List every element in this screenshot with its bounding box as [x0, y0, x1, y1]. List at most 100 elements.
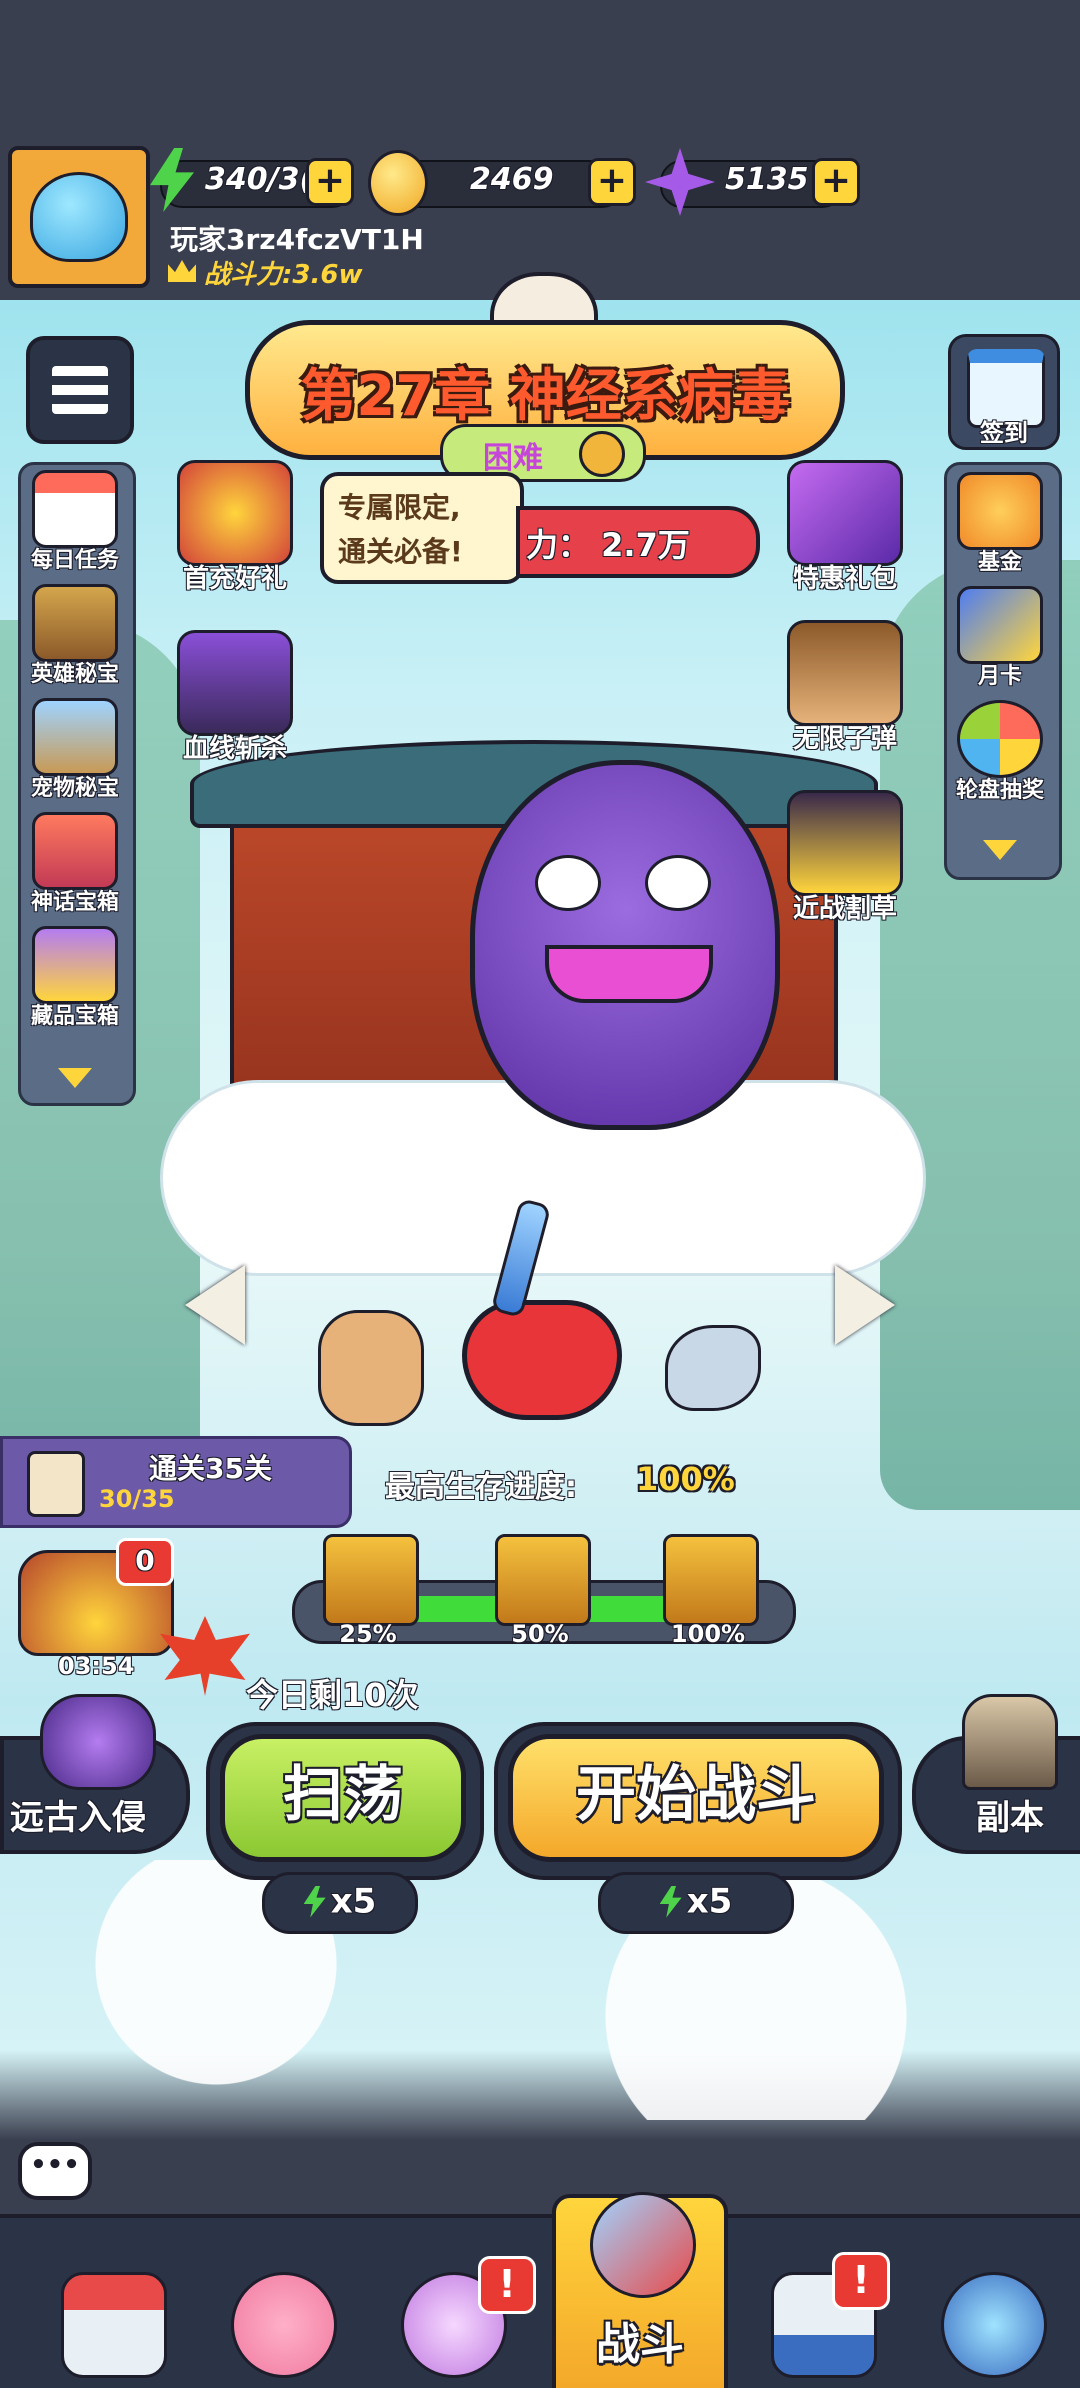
energy-value: 340/3(	[205, 162, 305, 197]
dungeon-label: 副本	[976, 1798, 1044, 1838]
roulette-icon	[957, 700, 1043, 778]
avatar[interactable]	[8, 146, 150, 288]
boss-eye-right	[645, 855, 711, 911]
nav-egg[interactable]: !	[366, 2242, 536, 2388]
sidebar-item-fund[interactable]: 基金	[945, 472, 1055, 576]
chat-button[interactable]: •••	[18, 2142, 92, 2200]
companion-hamster	[318, 1310, 424, 1426]
left-sidebar-expand-icon[interactable]	[58, 1068, 92, 1088]
reward-chest-50[interactable]	[495, 1534, 591, 1626]
ancient-invasion-label: 远古入侵	[10, 1798, 146, 1838]
promo-infinite-bullets[interactable]: 无限子弹	[770, 620, 920, 755]
sidebar-item-daily-tasks[interactable]: 每日任务	[20, 470, 130, 574]
sweep-cost: x5	[262, 1872, 418, 1934]
chapter-title: 第27章 神经系病毒	[300, 364, 790, 429]
add-coins-button[interactable]: +	[588, 158, 636, 206]
ancient-monsters-icon	[40, 1694, 156, 1790]
prev-stage-arrow-icon[interactable]	[185, 1265, 245, 1345]
power-label: 战斗力:3.6w	[204, 260, 363, 290]
right-sidebar-expand-icon[interactable]	[983, 840, 1017, 860]
stage-quest-count: 30/35	[99, 1485, 175, 1513]
cloud-sea	[0, 1860, 1080, 2120]
medkit-alert-badge: !	[832, 2252, 890, 2310]
monthly-card-icon	[957, 586, 1043, 664]
sidebar-label: 基金	[977, 550, 1022, 575]
syringe-battle-icon	[590, 2192, 696, 2298]
promo-special-pack[interactable]: 特惠礼包	[770, 460, 920, 595]
coin-icon	[368, 150, 428, 216]
timed-reward-badge: 0	[116, 1538, 174, 1586]
add-energy-button[interactable]: +	[306, 158, 354, 206]
shop-icon	[61, 2272, 167, 2378]
sidebar-label: 英雄秘宝	[30, 662, 119, 687]
sidebar-item-monthly-card[interactable]: 月卡	[945, 586, 1055, 690]
nav-rank[interactable]	[906, 2242, 1076, 2388]
sidebar-item-hero-treasure[interactable]: 英雄秘宝	[20, 584, 130, 688]
lightning-icon	[303, 1885, 326, 1918]
coins-value: 2469	[470, 162, 554, 197]
start-cost-value: x5	[686, 1881, 733, 1922]
nav-brain[interactable]	[196, 2242, 366, 2388]
promo-bubble: 专属限定, 通关必备!	[320, 472, 524, 584]
sidebar-label: 宠物秘宝	[30, 776, 119, 801]
add-gems-button[interactable]: +	[812, 158, 860, 206]
dungeon-gate-icon	[962, 1694, 1058, 1790]
timed-reward-time: 03:54	[58, 1652, 135, 1680]
promo-label: 血线斩杀	[182, 734, 287, 764]
promo-label: 首充好礼	[182, 564, 287, 594]
promo-label: 特惠礼包	[792, 564, 897, 594]
menu-button[interactable]	[26, 336, 134, 444]
sidebar-item-pet-treasure[interactable]: 宠物秘宝	[20, 698, 130, 802]
sidebar-item-collection-chest[interactable]: 藏品宝箱	[20, 926, 130, 1030]
next-stage-arrow-icon[interactable]	[835, 1265, 895, 1345]
reward-chest-25[interactable]	[323, 1534, 419, 1626]
player-name: 玩家3rz4fczVT1H	[170, 223, 424, 256]
nav-shop[interactable]	[26, 2242, 196, 2388]
start-battle-button[interactable]: 开始战斗	[508, 1734, 884, 1862]
sidebar-label: 每日任务	[30, 548, 119, 573]
sign-in-button[interactable]: 签到	[948, 334, 1060, 450]
timed-reward-count: 0	[135, 1544, 155, 1577]
dungeon-button[interactable]: 副本	[912, 1694, 1080, 1854]
stage-quest-panel[interactable]: 通关35关 30/35	[0, 1436, 352, 1528]
gems-value: 5135	[725, 162, 809, 197]
clipboard-icon	[27, 1451, 85, 1517]
rank-emblem-icon	[941, 2272, 1047, 2378]
chat-bubble-icon: •••	[30, 2150, 80, 2180]
difficulty-label: 困难	[483, 441, 543, 476]
start-battle-label: 开始战斗	[576, 1760, 816, 1830]
sign-in-label: 签到	[980, 419, 1028, 447]
chest-label-100: 100%	[670, 1620, 746, 1648]
promo-melee-mowing[interactable]: 近战割草	[770, 790, 920, 925]
slime-avatar-icon	[30, 172, 128, 262]
boss-eye-left	[535, 855, 601, 911]
sweep-label: 扫荡	[283, 1760, 403, 1830]
swap-difficulty-icon[interactable]	[579, 431, 625, 477]
timed-reward[interactable]: 0 03:54	[18, 1538, 174, 1690]
pet-treasure-icon	[32, 698, 118, 776]
infinite-bullets-icon	[787, 620, 903, 726]
sidebar-label: 藏品宝箱	[30, 1004, 119, 1029]
promo-label: 无限子弹	[792, 724, 897, 754]
daily-tasks-icon	[32, 470, 118, 548]
egg-alert-badge: !	[478, 2256, 536, 2314]
promo-bloodline-slash[interactable]: 血线斩杀	[160, 630, 310, 765]
nav-battle[interactable]: 战斗	[552, 2192, 728, 2388]
hero-heart[interactable]	[462, 1300, 622, 1420]
boss-mouth	[545, 945, 713, 1003]
reward-chest-100[interactable]	[663, 1534, 759, 1626]
power-crown-icon	[168, 260, 196, 282]
sidebar-item-roulette[interactable]: 轮盘抽奖	[945, 700, 1055, 804]
virus-boss[interactable]	[470, 760, 780, 1130]
nav-medkit[interactable]: !	[736, 2242, 906, 2388]
sidebar-item-myth-chest[interactable]: 神话宝箱	[20, 812, 130, 916]
companion-fish	[665, 1325, 761, 1411]
sweep-button[interactable]: 扫荡	[220, 1734, 466, 1862]
chest-label-50: 50%	[511, 1620, 569, 1648]
chest-label-25: 25%	[339, 1620, 397, 1648]
ancient-invasion-button[interactable]: 远古入侵	[0, 1694, 190, 1854]
promo-first-charge[interactable]: 首充好礼	[160, 460, 310, 595]
melee-mowing-icon	[787, 790, 903, 896]
lightning-icon	[659, 1885, 682, 1918]
fund-icon	[957, 472, 1043, 550]
